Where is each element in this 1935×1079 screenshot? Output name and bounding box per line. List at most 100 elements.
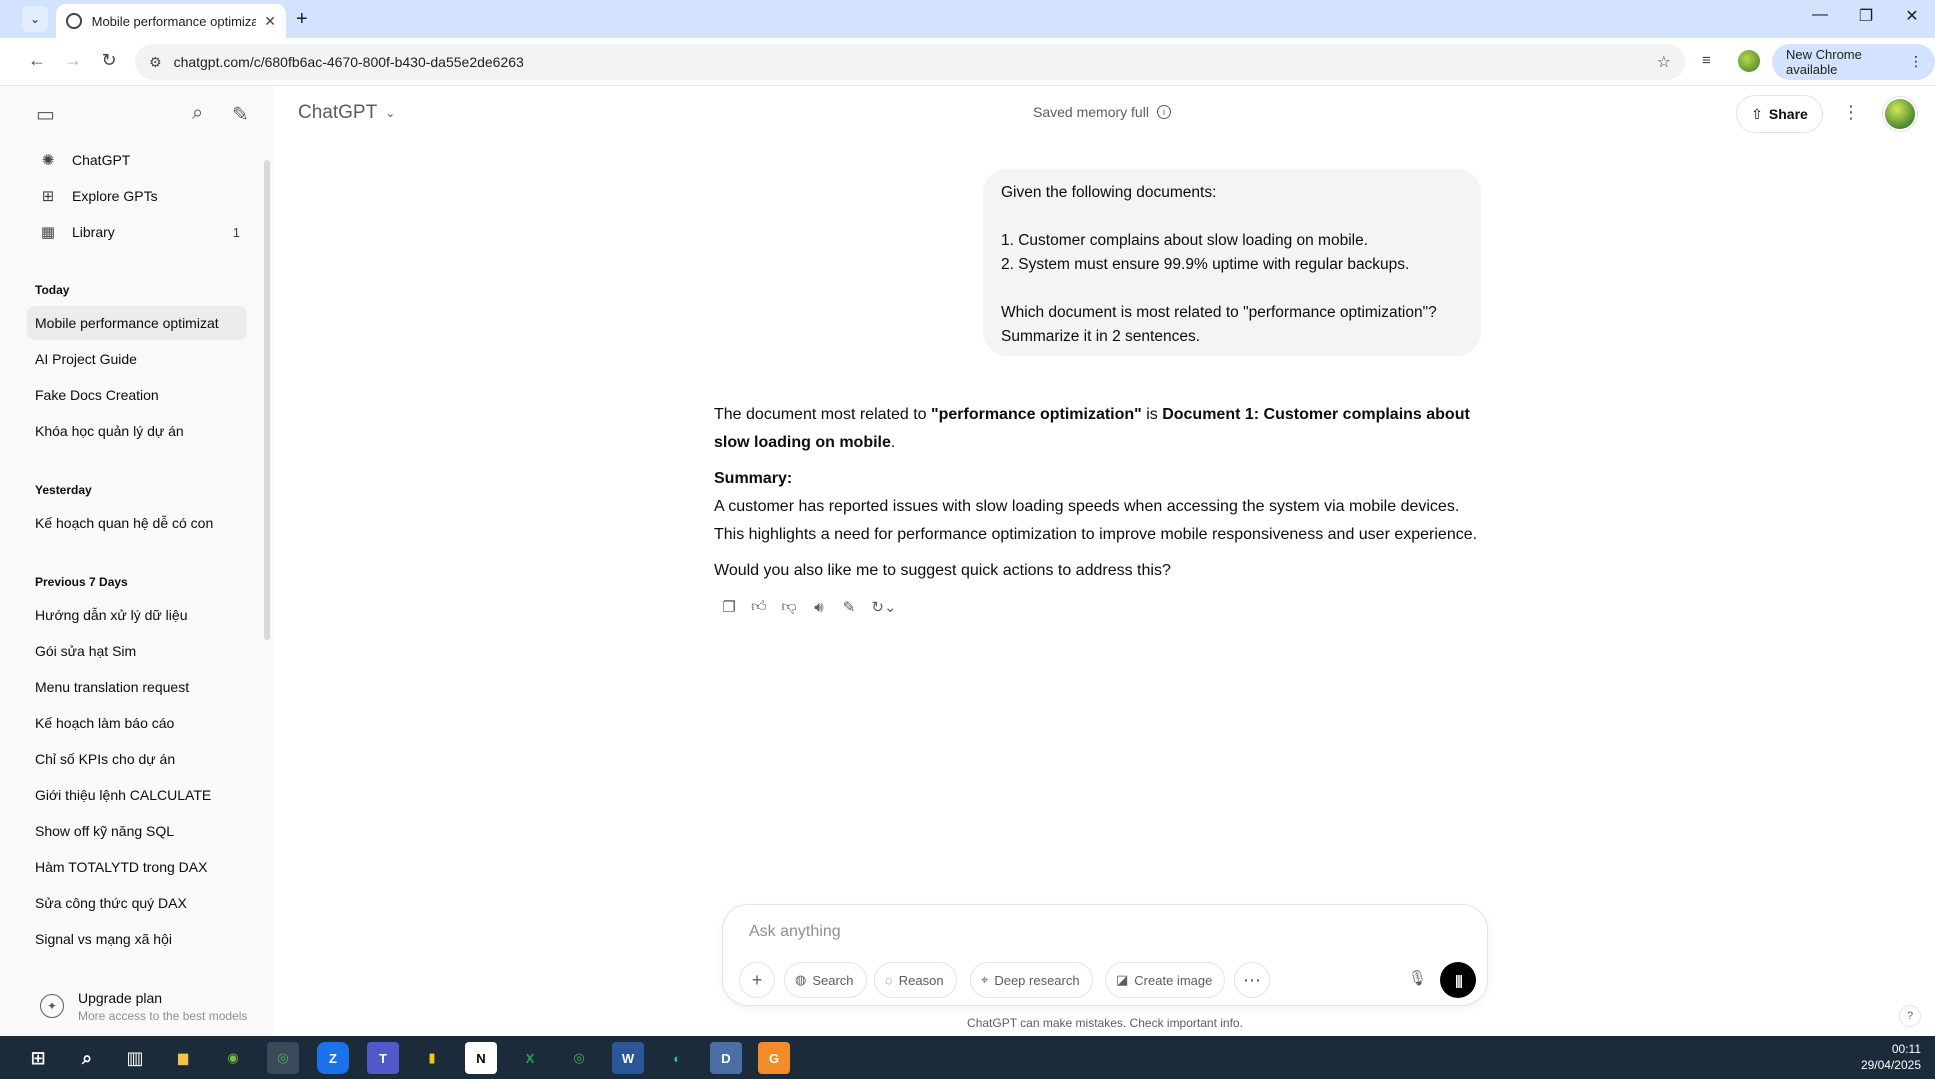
attach-button[interactable]: + bbox=[739, 962, 775, 998]
chat-history-item[interactable]: Hướng dẫn xử lý dữ liệu bbox=[27, 598, 247, 632]
teams-icon[interactable]: T bbox=[367, 1042, 399, 1074]
library-count: 1 bbox=[232, 224, 240, 240]
copy-icon[interactable]: ❐ bbox=[714, 596, 744, 618]
memory-status[interactable]: Saved memory full i bbox=[1033, 104, 1171, 120]
minimize-button[interactable]: — bbox=[1797, 6, 1843, 24]
model-selector[interactable]: ChatGPT ⌄ bbox=[298, 102, 395, 124]
app-icon-orange[interactable]: G bbox=[758, 1042, 790, 1074]
power-bi-icon[interactable]: ▮ bbox=[416, 1042, 448, 1074]
grid-icon: ⊞ bbox=[41, 188, 55, 205]
bookmark-star-icon[interactable]: ☆ bbox=[1657, 52, 1671, 72]
notion-icon[interactable]: N bbox=[465, 1042, 497, 1074]
search-icon[interactable]: ⌕ bbox=[71, 1042, 103, 1074]
zalo-icon[interactable]: Z bbox=[317, 1042, 349, 1074]
sidebar-item-explore-gpts[interactable]: ⊞ Explore GPTs bbox=[28, 180, 248, 212]
answer-text: The document most related to bbox=[714, 406, 931, 423]
user-message: Given the following documents: 1. Custom… bbox=[983, 169, 1481, 356]
chat-history-item[interactable]: Kế hoạch làm báo cáo bbox=[27, 706, 247, 740]
more-tools-button[interactable]: ⋯ bbox=[1234, 962, 1270, 998]
info-icon[interactable]: i bbox=[1156, 105, 1171, 119]
image-icon: ◪ bbox=[1116, 972, 1129, 987]
chat-history-item[interactable]: Fake Docs Creation bbox=[27, 378, 247, 412]
section-heading-previous-7-days: Previous 7 Days bbox=[35, 575, 128, 589]
chrome-icon[interactable]: ◎ bbox=[563, 1042, 595, 1074]
sidebar-scrollbar[interactable] bbox=[264, 160, 270, 640]
chat-history-item[interactable]: AI Project Guide bbox=[27, 342, 247, 376]
message-actions: ❐ 👍︎ 👎︎ 🔊︎ ✎ ↻⌄ bbox=[714, 596, 904, 618]
create-image-tool-button[interactable]: ◪ Create image bbox=[1105, 962, 1226, 998]
excel-icon[interactable]: X bbox=[514, 1042, 546, 1074]
search-icon[interactable]: ⌕ bbox=[192, 102, 203, 125]
sidebar-item-chatgpt[interactable]: ✺ ChatGPT bbox=[28, 144, 248, 176]
microphone-icon[interactable]: 🎙︎ bbox=[1408, 969, 1427, 987]
clock-time: 00:11 bbox=[1891, 1042, 1921, 1056]
new-chat-icon[interactable]: ✎ bbox=[232, 102, 249, 127]
app-icon-green[interactable]: ◉ bbox=[217, 1042, 249, 1074]
word-icon[interactable]: W bbox=[612, 1042, 644, 1074]
tab-close-icon[interactable]: ✕ bbox=[264, 13, 276, 30]
reload-button[interactable]: ↻ bbox=[97, 50, 121, 71]
address-bar[interactable]: ⚙ chatgpt.com/c/680fb6ac-4670-800f-b430-… bbox=[135, 44, 1685, 80]
media-controls-icon[interactable]: ≡ bbox=[1702, 52, 1711, 69]
assistant-message: The document most related to "performanc… bbox=[714, 401, 1484, 593]
chat-history-item[interactable]: Sửa công thức quý DAX bbox=[27, 886, 247, 920]
upgrade-plan-button[interactable]: ✦ Upgrade plan More access to the best m… bbox=[28, 981, 258, 1031]
site-info-icon[interactable]: ⚙ bbox=[149, 54, 162, 71]
thumbs-down-icon[interactable]: 👎︎ bbox=[774, 596, 804, 618]
reason-tool-button[interactable]: ◌ Reason bbox=[874, 962, 957, 998]
followup-question: Would you also like me to suggest quick … bbox=[714, 562, 1171, 579]
sidebar-item-library[interactable]: ▦ Library 1 bbox=[28, 216, 248, 248]
chat-history-item[interactable]: Kế hoạch quan hệ dễ có con bbox=[27, 506, 247, 540]
more-options-icon[interactable]: ⋮ bbox=[1842, 102, 1860, 123]
chat-history-item[interactable]: Menu translation request bbox=[27, 670, 247, 704]
task-view-icon[interactable]: ▥ bbox=[119, 1042, 151, 1074]
sidebar-nav-label: Library bbox=[72, 224, 115, 240]
section-heading-today: Today bbox=[35, 283, 70, 297]
url-text: chatgpt.com/c/680fb6ac-4670-800f-b430-da… bbox=[173, 54, 524, 70]
chat-history-item[interactable]: Hàm TOTALYTD trong DAX bbox=[27, 850, 247, 884]
answer-text: . bbox=[890, 434, 896, 451]
answer-text: is bbox=[1141, 406, 1163, 423]
regenerate-icon[interactable]: ↻⌄ bbox=[864, 596, 904, 618]
avatar[interactable] bbox=[1883, 97, 1917, 131]
browser-tab-active[interactable]: Mobile performance optimizati ✕ bbox=[56, 4, 286, 38]
new-tab-button[interactable]: + bbox=[296, 8, 308, 31]
read-aloud-icon[interactable]: 🔊︎ bbox=[804, 596, 834, 618]
edit-canvas-icon[interactable]: ✎ bbox=[834, 596, 864, 618]
forward-button[interactable]: → bbox=[61, 50, 85, 71]
chat-history-item[interactable]: Show off kỹ năng SQL bbox=[27, 814, 247, 848]
chat-history-item[interactable]: Khóa học quản lý dự án bbox=[27, 414, 247, 448]
restore-button[interactable]: ❐ bbox=[1843, 6, 1889, 26]
toggle-sidebar-icon[interactable]: ▭ bbox=[36, 102, 55, 127]
close-window-button[interactable]: ✕ bbox=[1889, 6, 1935, 26]
chat-history-item[interactable]: Giới thiệu lệnh CALCULATE bbox=[27, 778, 247, 812]
tab-title: Mobile performance optimizati bbox=[91, 13, 257, 29]
thumbs-up-icon[interactable]: 👍︎ bbox=[744, 596, 774, 618]
back-button[interactable]: ← bbox=[25, 50, 49, 71]
help-icon[interactable]: ? bbox=[1899, 1005, 1921, 1027]
share-icon: ⇧ bbox=[1751, 105, 1763, 122]
edge-icon[interactable]: ◐ bbox=[661, 1042, 693, 1074]
windows-start-icon[interactable]: ⊞ bbox=[22, 1042, 54, 1074]
deep-research-tool-button[interactable]: ⌖ Deep research bbox=[970, 962, 1093, 998]
system-clock[interactable]: 00:11 29/04/2025 bbox=[1861, 1041, 1921, 1073]
prompt-input[interactable]: Ask anything bbox=[749, 923, 841, 941]
search-tool-button[interactable]: ◍ Search bbox=[784, 962, 867, 998]
chat-history-item[interactable]: Gói sửa hạt Sim bbox=[27, 634, 247, 668]
share-button[interactable]: ⇧ Share bbox=[1736, 95, 1823, 133]
dax-studio-icon[interactable]: D bbox=[710, 1042, 742, 1074]
library-icon: ▦ bbox=[40, 224, 56, 241]
chrome-taskbar-icon[interactable]: ◎ bbox=[267, 1042, 299, 1074]
upgrade-title: Upgrade plan bbox=[78, 989, 163, 1006]
file-explorer-icon[interactable]: ▆ bbox=[167, 1042, 199, 1074]
chat-history-item[interactable]: Chỉ số KPIs cho dự án bbox=[27, 742, 247, 776]
more-vertical-icon[interactable]: ⋮ bbox=[1909, 53, 1923, 70]
section-heading-yesterday: Yesterday bbox=[35, 483, 92, 497]
profile-avatar-small[interactable] bbox=[1738, 50, 1760, 72]
chat-history-item[interactable]: Signal vs mạng xã hội bbox=[27, 922, 247, 956]
model-name: ChatGPT bbox=[298, 102, 378, 123]
update-chrome-button[interactable]: New Chrome available ⋮ bbox=[1772, 44, 1935, 80]
chat-history-item[interactable]: Mobile performance optimizat bbox=[27, 306, 247, 340]
voice-mode-button[interactable]: |||| bbox=[1440, 962, 1476, 998]
tab-search-button[interactable]: ⌄ bbox=[22, 6, 48, 32]
